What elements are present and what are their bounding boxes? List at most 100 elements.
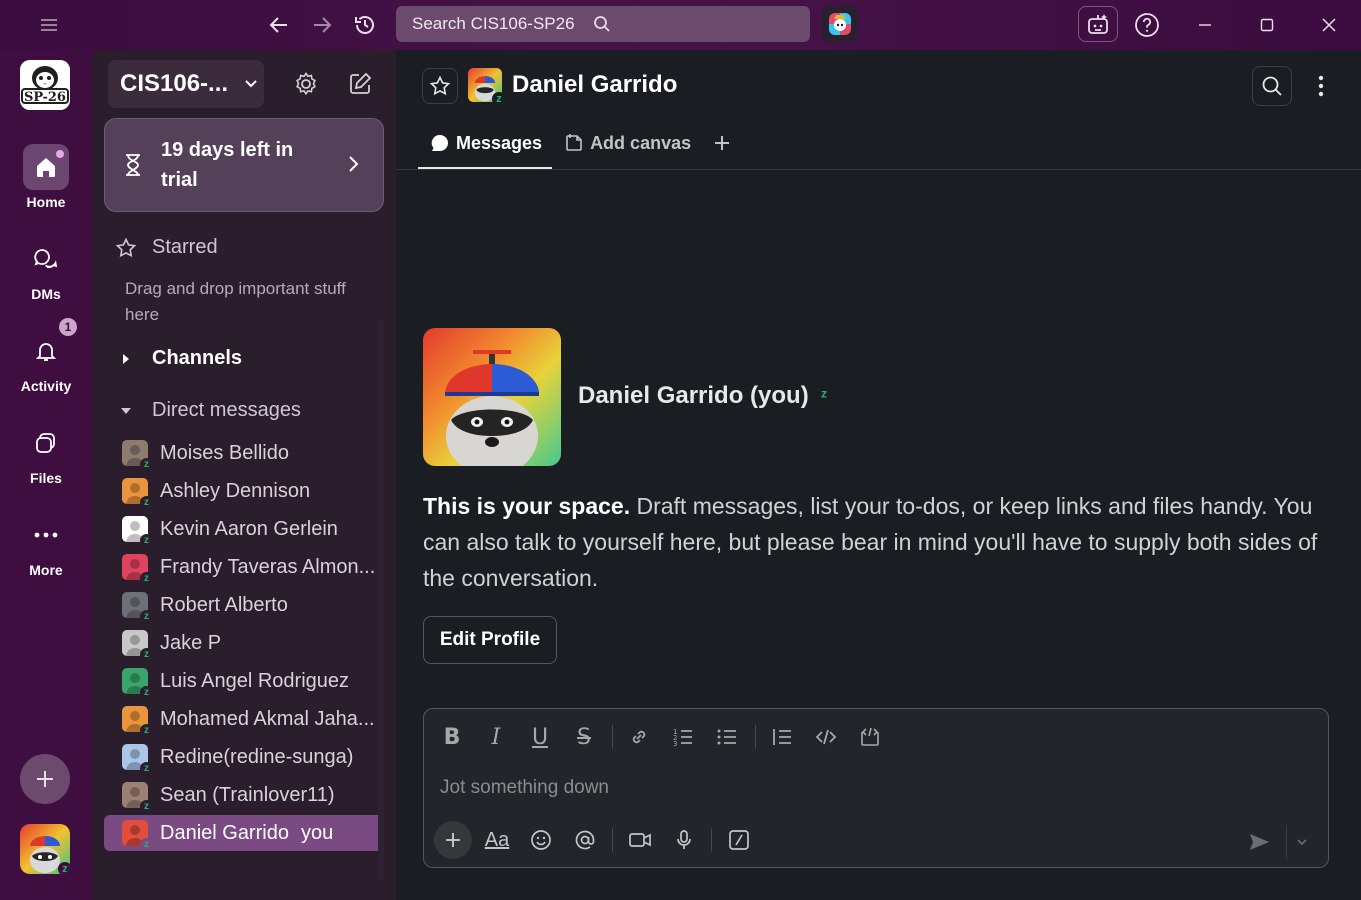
list-item[interactable]: z Kevin Aaron Gerlein bbox=[104, 511, 384, 547]
message-composer: B I U S 123 Jot something down Aa bbox=[423, 708, 1329, 868]
hamburger-icon[interactable] bbox=[32, 8, 66, 42]
ordered-list-icon[interactable]: 123 bbox=[665, 719, 701, 755]
channels-section[interactable]: Channels bbox=[112, 347, 242, 370]
send-icon[interactable] bbox=[1242, 825, 1276, 859]
close-icon[interactable] bbox=[1312, 8, 1346, 42]
divider bbox=[612, 828, 613, 852]
edit-profile-button[interactable]: Edit Profile bbox=[423, 616, 557, 664]
minimize-icon[interactable] bbox=[1188, 8, 1222, 42]
plus-icon bbox=[715, 136, 730, 150]
dm-name: Daniel Garrido bbox=[160, 821, 289, 844]
back-arrow-icon[interactable] bbox=[262, 8, 296, 42]
list-item[interactable]: z Luis Angel Rodriguez bbox=[104, 663, 384, 699]
search-in-channel-button[interactable] bbox=[1252, 66, 1292, 106]
plus-icon[interactable] bbox=[434, 821, 472, 859]
list-item[interactable]: z Moises Bellido bbox=[104, 435, 384, 471]
add-tab-button[interactable] bbox=[701, 124, 741, 170]
mention-icon[interactable] bbox=[566, 821, 604, 859]
direct-messages-section[interactable]: Direct messages bbox=[112, 399, 301, 422]
list-item[interactable]: z Jake P bbox=[104, 625, 384, 661]
list-item[interactable]: z Ashley Dennison bbox=[104, 473, 384, 509]
rail-item-more[interactable]: More bbox=[0, 512, 92, 578]
slash-command-icon[interactable] bbox=[720, 821, 758, 859]
channel-title-text: Daniel Garrido bbox=[512, 71, 678, 98]
strikethrough-icon[interactable]: S bbox=[566, 719, 602, 755]
presence-icon: z bbox=[140, 534, 153, 547]
rail-item-activity[interactable]: 1 Activity bbox=[0, 316, 92, 394]
rail-item-home[interactable]: Home bbox=[0, 144, 92, 210]
history-icon[interactable] bbox=[348, 8, 382, 42]
profile-name[interactable]: Daniel Garrido (you) ᶻ bbox=[578, 382, 827, 410]
dm-name: Robert Alberto bbox=[160, 593, 288, 616]
composer-actions: Aa bbox=[434, 821, 764, 859]
home-icon bbox=[23, 144, 69, 190]
emoji-icon[interactable] bbox=[522, 821, 560, 859]
compose-icon[interactable] bbox=[344, 68, 376, 100]
drag-hint: Drag and drop important stuff here bbox=[125, 279, 346, 324]
list-item[interactable]: z Daniel Garrido you bbox=[104, 815, 384, 851]
list-item[interactable]: z Sean (Trainlover11) bbox=[104, 777, 384, 813]
italic-icon[interactable]: I bbox=[478, 719, 514, 755]
trial-banner[interactable]: 19 days left in trial bbox=[104, 118, 384, 212]
avatar: z bbox=[122, 478, 153, 509]
avatar: z bbox=[122, 440, 153, 471]
code-block-icon[interactable] bbox=[852, 719, 888, 755]
bold-icon[interactable]: B bbox=[434, 719, 470, 755]
tab-add-canvas-label: Add canvas bbox=[590, 132, 692, 153]
avatar: z bbox=[122, 630, 153, 661]
more-icon bbox=[23, 512, 69, 558]
rail-item-dms[interactable]: DMs bbox=[0, 236, 92, 302]
rail-item-files[interactable]: Files bbox=[0, 420, 92, 486]
code-icon[interactable] bbox=[808, 719, 844, 755]
settings-gear-icon[interactable] bbox=[290, 68, 322, 100]
rail-label-files: Files bbox=[30, 470, 62, 486]
caret-right-icon bbox=[112, 353, 140, 365]
dm-name: Ashley Dennison bbox=[160, 479, 311, 502]
tab-add-canvas[interactable]: Add canvas bbox=[552, 124, 701, 170]
message-input[interactable] bbox=[440, 773, 1300, 803]
text-format-icon[interactable]: Aa bbox=[478, 821, 516, 859]
add-workspace-button[interactable] bbox=[20, 754, 70, 804]
video-icon[interactable] bbox=[621, 821, 659, 859]
presence-icon: z bbox=[140, 762, 153, 775]
star-icon bbox=[429, 75, 451, 96]
workspace-icon[interactable]: SP-26 bbox=[20, 60, 70, 110]
dms-icon bbox=[23, 236, 69, 282]
list-item[interactable]: z Robert Alberto bbox=[104, 587, 384, 623]
dm-name: Jake P bbox=[160, 631, 222, 654]
search-bar[interactable]: Search CIS106-SP26 bbox=[396, 6, 810, 42]
sidebar-scrollbar[interactable] bbox=[378, 320, 384, 880]
chevron-down-icon[interactable] bbox=[1286, 825, 1316, 859]
forward-arrow-icon[interactable] bbox=[305, 8, 339, 42]
profile-avatar[interactable] bbox=[423, 328, 561, 466]
user-avatar[interactable]: z bbox=[20, 824, 70, 874]
underline-icon[interactable]: U bbox=[522, 719, 558, 755]
app-icon[interactable] bbox=[822, 6, 858, 42]
canvas-icon bbox=[564, 133, 584, 153]
workspace-name-button[interactable]: CIS106-... bbox=[108, 60, 264, 108]
list-item[interactable]: z Frandy Taveras Almon... bbox=[104, 549, 384, 585]
you-label: you bbox=[300, 821, 334, 844]
dm-name: Kevin Aaron Gerlein bbox=[160, 517, 338, 540]
divider bbox=[396, 169, 1361, 170]
presence-icon: z bbox=[140, 724, 153, 737]
assistant-icon[interactable] bbox=[1078, 6, 1118, 42]
list-item[interactable]: z Mohamed Akmal Jaha... bbox=[104, 701, 384, 737]
workspace-name: CIS106-... bbox=[120, 70, 229, 97]
intro-bold: This is your space. bbox=[423, 493, 631, 519]
rail-label-home: Home bbox=[26, 194, 66, 210]
star-channel-button[interactable] bbox=[422, 68, 458, 104]
link-icon[interactable] bbox=[621, 719, 657, 755]
list-item[interactable]: z Redine(redine-sunga) bbox=[104, 739, 384, 775]
bulleted-list-icon[interactable] bbox=[709, 719, 745, 755]
avatar: z bbox=[122, 706, 153, 737]
maximize-icon[interactable] bbox=[1250, 8, 1284, 42]
microphone-icon[interactable] bbox=[665, 821, 703, 859]
starred-section[interactable]: Starred bbox=[112, 236, 218, 259]
more-options-icon[interactable] bbox=[1306, 66, 1336, 106]
tab-messages[interactable]: Messages bbox=[418, 124, 553, 170]
help-icon[interactable] bbox=[1130, 8, 1164, 42]
presence-icon: ᶻ bbox=[820, 385, 828, 406]
channel-title[interactable]: z Daniel Garrido bbox=[468, 68, 678, 106]
blockquote-icon[interactable] bbox=[764, 719, 800, 755]
